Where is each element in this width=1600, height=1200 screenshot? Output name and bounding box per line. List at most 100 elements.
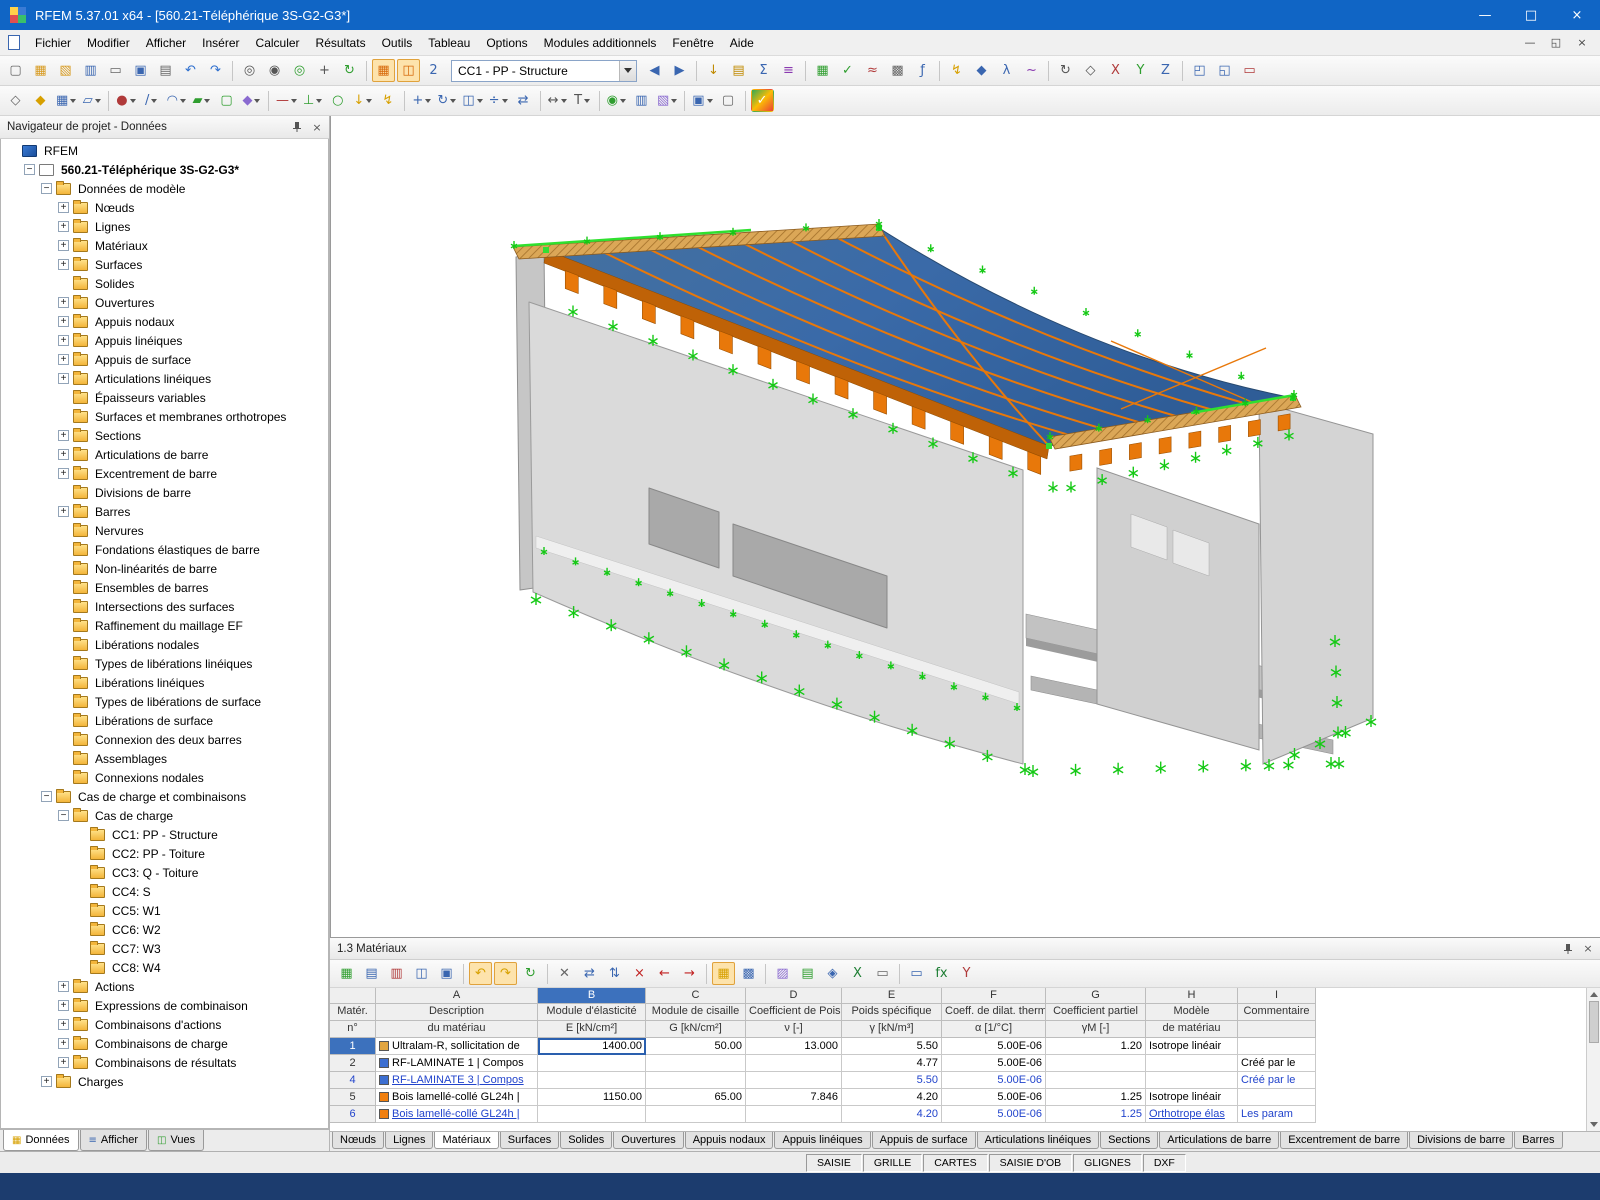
undo-icon[interactable]: ↶: [179, 59, 202, 82]
member-tool-icon[interactable]: —: [274, 89, 299, 112]
tree-item-expressions-de-combinaison[interactable]: +Expressions de combinaison: [1, 996, 328, 1015]
redo-icon[interactable]: ↷: [494, 962, 517, 985]
scroll-thumb[interactable]: [1589, 1001, 1599, 1043]
dropdown-caret-icon[interactable]: [254, 99, 260, 103]
scroll-down-icon[interactable]: [1590, 1122, 1598, 1127]
cell-F[interactable]: 5.00E-06: [942, 1089, 1046, 1106]
dropdown-caret-icon[interactable]: [671, 99, 677, 103]
navigator-tab-vues[interactable]: ◫Vues: [148, 1130, 204, 1151]
status-grille[interactable]: GRILLE: [863, 1154, 922, 1172]
solid-tool-icon[interactable]: ◆: [240, 89, 263, 112]
material-library-icon[interactable]: ▤: [796, 962, 819, 985]
import-table-icon[interactable]: ◈: [821, 962, 844, 985]
connect-icon[interactable]: ⇄: [512, 89, 535, 112]
expand-icon[interactable]: +: [58, 335, 69, 346]
row-number[interactable]: 5: [330, 1089, 376, 1106]
expand-icon[interactable]: +: [58, 316, 69, 327]
cell-A[interactable]: Bois lamellé-collé GL24h |: [376, 1089, 538, 1106]
cell-H[interactable]: Orthotrope élas: [1146, 1106, 1238, 1123]
clipping-plane-icon[interactable]: ▥: [630, 89, 653, 112]
row-number[interactable]: 6: [330, 1106, 376, 1123]
cell-B[interactable]: [538, 1106, 646, 1123]
cell-E[interactable]: 4.77: [842, 1055, 942, 1072]
dimension-icon[interactable]: ↔: [546, 89, 569, 112]
table-tab-materiaux[interactable]: Matériaux: [434, 1132, 498, 1149]
tree-item-ensembles-de-barres[interactable]: Ensembles de barres: [1, 578, 328, 597]
status-cartes[interactable]: CARTES: [923, 1154, 987, 1172]
cell-G[interactable]: [1046, 1072, 1146, 1089]
open-project-icon[interactable]: ▦: [29, 59, 52, 82]
expand-icon[interactable]: +: [58, 1038, 69, 1049]
scroll-up-icon[interactable]: [1590, 992, 1598, 997]
cell-D[interactable]: 7.846: [746, 1089, 842, 1106]
cell-B[interactable]: [538, 1055, 646, 1072]
table-tab-excentrement-de-barre[interactable]: Excentrement de barre: [1280, 1132, 1408, 1149]
expand-icon[interactable]: +: [41, 1076, 52, 1087]
select-left-icon[interactable]: ←: [653, 962, 676, 985]
node-tool-icon[interactable]: ●: [114, 89, 137, 112]
expand-icon[interactable]: +: [58, 1019, 69, 1030]
table-tab-appuis-de-surface[interactable]: Appuis de surface: [872, 1132, 976, 1149]
tree-item-cc1-pp-structure[interactable]: CC1: PP - Structure: [1, 825, 328, 844]
tree-item-actions[interactable]: +Actions: [1, 977, 328, 996]
tree-item-intersections-des-surfaces[interactable]: Intersections des surfaces: [1, 597, 328, 616]
status-saisie[interactable]: SAISIE: [806, 1154, 862, 1172]
dropdown-caret-icon[interactable]: [620, 99, 626, 103]
dropdown-caret-icon[interactable]: [707, 99, 713, 103]
next-load-case-icon[interactable]: ▶: [668, 59, 691, 82]
dropdown-caret-icon[interactable]: [584, 99, 590, 103]
maximize-button[interactable]: □: [1508, 0, 1554, 30]
expand-icon[interactable]: +: [58, 1000, 69, 1011]
support-tool-icon[interactable]: ⊥: [301, 89, 324, 112]
redo-icon[interactable]: ↷: [204, 59, 227, 82]
table-tab-appuis-lineiques[interactable]: Appuis linéiques: [774, 1132, 870, 1149]
table-apply-icon[interactable]: ▦: [335, 962, 358, 985]
line-tool-icon[interactable]: /: [140, 89, 163, 112]
previous-load-case-icon[interactable]: ◀: [643, 59, 666, 82]
cell-D[interactable]: [746, 1072, 842, 1089]
dropdown-caret-icon[interactable]: [180, 99, 186, 103]
tree-item-connexions-nodales[interactable]: Connexions nodales: [1, 768, 328, 787]
pan-icon[interactable]: +: [313, 59, 336, 82]
tree-item-n-uds[interactable]: +Nœuds: [1, 198, 328, 217]
pin-icon[interactable]: [1560, 941, 1576, 956]
cell-C[interactable]: [646, 1055, 746, 1072]
expand-icon[interactable]: +: [58, 259, 69, 270]
tree-item-barres[interactable]: +Barres: [1, 502, 328, 521]
paste-row-icon[interactable]: ⇅: [603, 962, 626, 985]
cell-G[interactable]: [1046, 1055, 1146, 1072]
column-letter-I[interactable]: I: [1238, 988, 1316, 1004]
column-letter-E[interactable]: E: [842, 988, 942, 1004]
column-letter-C[interactable]: C: [646, 988, 746, 1004]
table-tab-solides[interactable]: Solides: [560, 1132, 612, 1149]
tree-item-raffinement-du-maillage-ef[interactable]: Raffinement du maillage EF: [1, 616, 328, 635]
cell-H[interactable]: Isotrope linéair: [1146, 1089, 1238, 1106]
status-glignes[interactable]: GLIGNES: [1073, 1154, 1142, 1172]
zoom-window-icon[interactable]: ◎: [238, 59, 261, 82]
tree-item-appuis-lineiques[interactable]: +Appuis linéiques: [1, 331, 328, 350]
close-button[interactable]: ×: [1554, 0, 1600, 30]
edit-selection-icon[interactable]: ◇: [4, 89, 27, 112]
model-viewport[interactable]: [330, 116, 1600, 937]
collapse-icon[interactable]: −: [24, 164, 35, 175]
menu-outils[interactable]: Outils: [374, 32, 421, 54]
tree-item-cc5-w1[interactable]: CC5: W1: [1, 901, 328, 920]
load-tool-icon[interactable]: ↓: [351, 89, 374, 112]
rotate-icon[interactable]: ↻: [435, 89, 458, 112]
combobox-dropdown-icon[interactable]: [619, 61, 636, 81]
move-copy-icon[interactable]: +: [410, 89, 433, 112]
tree-item-solides[interactable]: Solides: [1, 274, 328, 293]
dropdown-caret-icon[interactable]: [151, 99, 157, 103]
refresh-icon[interactable]: ↻: [338, 59, 361, 82]
copy-icon[interactable]: ▤: [154, 59, 177, 82]
table-row-material-6[interactable]: 6Bois lamellé-collé GL24h |4.205.00E-061…: [330, 1106, 1600, 1123]
cell-F[interactable]: 5.00E-06: [942, 1055, 1046, 1072]
show-tables-icon[interactable]: ▦: [372, 59, 395, 82]
isometric-view-icon[interactable]: ◇: [1079, 59, 1102, 82]
table-tab-articulations-de-barre[interactable]: Articulations de barre: [1159, 1132, 1279, 1149]
pin-icon[interactable]: [289, 120, 305, 135]
table-row-material-1[interactable]: 1Ultralam-R, sollicitation de1400.0050.0…: [330, 1038, 1600, 1055]
menu-tableau[interactable]: Tableau: [420, 32, 478, 54]
expand-icon[interactable]: +: [58, 449, 69, 460]
menu-modifier[interactable]: Modifier: [79, 32, 138, 54]
